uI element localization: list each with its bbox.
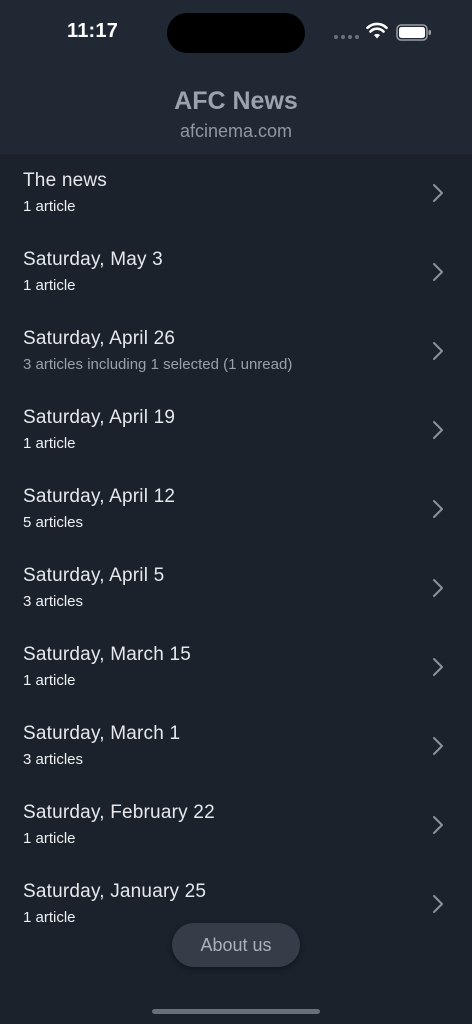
list-item-count: 1 article bbox=[23, 198, 76, 215]
list-item[interactable]: The news 1 article bbox=[0, 154, 472, 233]
chevron-right-icon bbox=[433, 263, 443, 281]
list-item-count: 3 articles bbox=[23, 593, 84, 610]
list-item[interactable]: Saturday, March 1 3 articles bbox=[0, 707, 472, 786]
wifi-icon bbox=[366, 22, 388, 39]
chevron-right-icon bbox=[433, 500, 443, 518]
chevron-right-icon bbox=[433, 579, 443, 597]
list-item-count: 1 article bbox=[23, 830, 76, 847]
news-list: The news 1 article Saturday, May 3 1 art… bbox=[0, 154, 472, 944]
list-item-count: 3 articles including 1 selected (1 unrea… bbox=[23, 356, 293, 373]
about-us-button[interactable]: About us bbox=[172, 923, 300, 967]
list-item-title: Saturday, April 12 bbox=[23, 486, 176, 507]
list-item[interactable]: Saturday, April 12 5 articles bbox=[0, 470, 472, 549]
list-item-title: Saturday, April 5 bbox=[23, 565, 165, 586]
list-item-title: Saturday, January 25 bbox=[23, 881, 207, 902]
list-item-title: Saturday, May 3 bbox=[23, 249, 163, 270]
chevron-right-icon bbox=[433, 421, 443, 439]
status-time: 11:17 bbox=[67, 20, 119, 42]
list-item[interactable]: Saturday, April 26 3 articles including … bbox=[0, 312, 472, 391]
chevron-right-icon bbox=[433, 895, 443, 913]
list-item-title: The news bbox=[23, 170, 107, 191]
app-screen: 11:17 AFC News afcinema.com The news 1 a… bbox=[0, 0, 472, 1024]
cellular-signal-icon bbox=[334, 35, 360, 41]
list-item-title: Saturday, February 22 bbox=[23, 802, 215, 823]
list-item-title: Saturday, April 26 bbox=[23, 328, 176, 349]
list-item-title: Saturday, April 19 bbox=[23, 407, 176, 428]
list-item-title: Saturday, March 1 bbox=[23, 723, 181, 744]
list-item[interactable]: Saturday, April 5 3 articles bbox=[0, 549, 472, 628]
list-item[interactable]: Saturday, April 19 1 article bbox=[0, 391, 472, 470]
list-item-count: 1 article bbox=[23, 672, 76, 689]
chevron-right-icon bbox=[433, 737, 443, 755]
chevron-right-icon bbox=[433, 658, 443, 676]
battery-icon bbox=[396, 24, 431, 41]
chevron-right-icon bbox=[433, 342, 443, 360]
list-item-count: 1 article bbox=[23, 909, 76, 926]
chevron-right-icon bbox=[433, 816, 443, 834]
list-item[interactable]: Saturday, May 3 1 article bbox=[0, 233, 472, 312]
list-item[interactable]: Saturday, March 15 1 article bbox=[0, 628, 472, 707]
chevron-right-icon bbox=[433, 184, 443, 202]
home-indicator[interactable] bbox=[152, 1009, 320, 1014]
top-bar: 11:17 AFC News afcinema.com bbox=[0, 0, 472, 154]
dynamic-island bbox=[167, 13, 305, 53]
list-item-count: 5 articles bbox=[23, 514, 84, 531]
list-item[interactable]: Saturday, February 22 1 article bbox=[0, 786, 472, 865]
list-item-count: 3 articles bbox=[23, 751, 84, 768]
list-item-title: Saturday, March 15 bbox=[23, 644, 191, 665]
list-item-count: 1 article bbox=[23, 435, 76, 452]
page-title: AFC News bbox=[174, 87, 298, 115]
page-subtitle: afcinema.com bbox=[179, 121, 293, 141]
list-item-count: 1 article bbox=[23, 277, 76, 294]
